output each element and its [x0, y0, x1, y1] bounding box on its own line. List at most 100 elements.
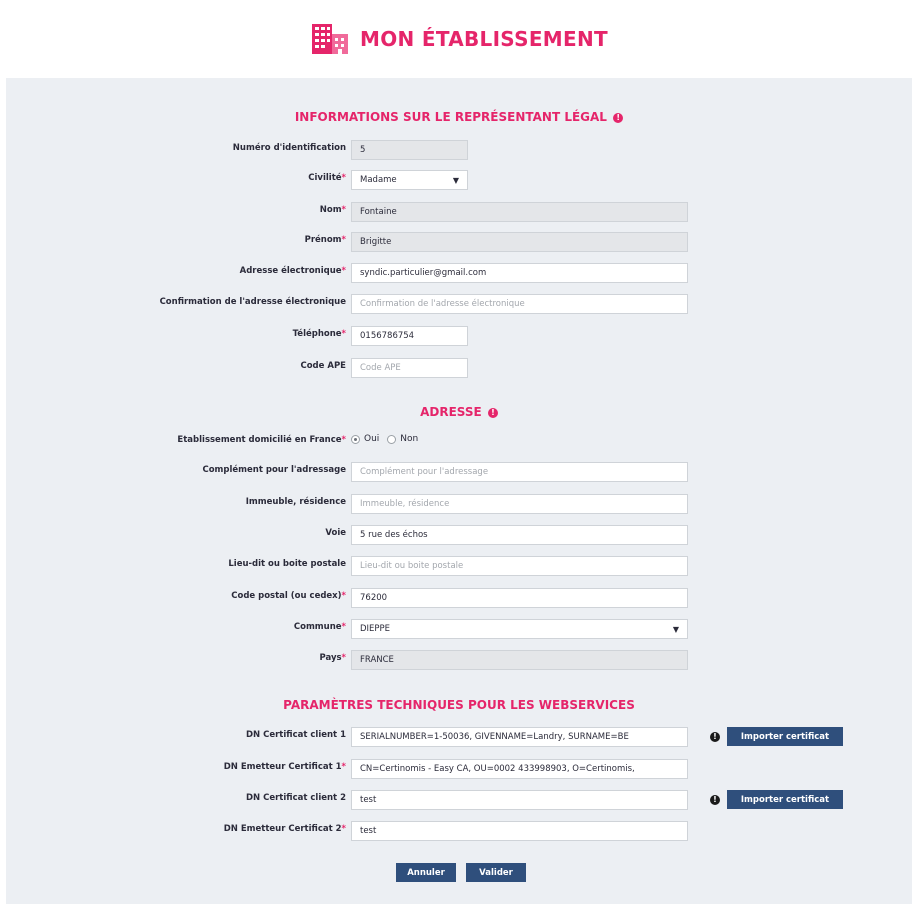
info-icon[interactable]: !: [710, 732, 720, 742]
row-building: Immeuble, résidence Immeuble, résidence: [6, 494, 912, 514]
row-civility: Civilité* Madame ▼: [6, 170, 912, 190]
phone-input[interactable]: 0156786754: [351, 326, 468, 346]
building-label: Immeuble, résidence: [16, 497, 346, 507]
france-label-text: Etablissement domicilié en France: [177, 435, 342, 445]
locality-label: Lieu-dit ou boite postale: [16, 559, 346, 569]
row-email-confirm: Confirmation de l'adresse électronique C…: [6, 294, 912, 314]
ape-input[interactable]: Code APE: [351, 358, 468, 378]
civility-label: Civilité*: [16, 173, 346, 183]
cert2-input[interactable]: test: [351, 790, 688, 810]
country-label: Pays*: [16, 653, 346, 663]
row-ape: Code APE Code APE: [6, 358, 912, 378]
info-icon[interactable]: !: [487, 408, 498, 418]
required-marker: *: [341, 235, 346, 245]
cert2-label: DN Certificat client 2: [16, 793, 346, 803]
row-phone: Téléphone* 0156786754: [6, 326, 912, 346]
row-street: Voie 5 rue des échos: [6, 525, 912, 545]
complement-label: Complément pour l'adressage: [16, 465, 346, 475]
city-select[interactable]: DIEPPE ▼: [351, 619, 688, 639]
import-certificate-2-button[interactable]: Importer certificat: [727, 790, 843, 809]
required-marker: *: [341, 622, 346, 632]
complement-input[interactable]: Complément pour l'adressage: [351, 462, 688, 482]
row-identification: Numéro d'identification 5: [6, 140, 912, 160]
required-marker: *: [341, 329, 346, 339]
row-city: Commune* DIEPPE ▼: [6, 619, 912, 639]
country-label-text: Pays: [319, 653, 342, 663]
issuer2-input[interactable]: test: [351, 821, 688, 841]
info-icon[interactable]: !: [710, 795, 720, 805]
ape-label: Code APE: [16, 361, 346, 371]
email-confirm-input[interactable]: Confirmation de l'adresse électronique: [351, 294, 688, 314]
phone-label-text: Téléphone: [292, 329, 342, 339]
firstname-field: Brigitte: [351, 232, 688, 252]
radio-non[interactable]: Non: [387, 434, 418, 444]
locality-input[interactable]: Lieu-dit ou boite postale: [351, 556, 688, 576]
row-firstname: Prénom* Brigitte: [6, 232, 912, 252]
email-label-text: Adresse électronique: [239, 266, 342, 276]
section-title-address: ADRESSE !: [6, 405, 912, 419]
radio-oui[interactable]: Oui: [351, 434, 379, 444]
city-select-value: DIEPPE: [360, 624, 391, 634]
cancel-button[interactable]: Annuler: [396, 863, 456, 882]
section-title-legal-text: INFORMATIONS SUR LE REPRÉSENTANT LÉGAL: [294, 110, 607, 124]
issuer1-input[interactable]: CN=Certinomis - Easy CA, OU=0002 4339989…: [351, 759, 688, 779]
required-marker: *: [341, 266, 346, 276]
section-title-webservices-text: PARAMÈTRES TECHNIQUES POUR LES WEBSERVIC…: [283, 698, 635, 712]
chevron-down-icon: ▼: [672, 624, 679, 634]
cert1-label: DN Certificat client 1: [16, 730, 346, 740]
postal-label: Code postal (ou cedex)*: [16, 591, 346, 601]
issuer2-label: DN Emetteur Certificat 2*: [16, 824, 346, 834]
row-issuer2: DN Emetteur Certificat 2* test: [6, 821, 912, 841]
france-label: Etablissement domicilié en France*: [16, 435, 346, 445]
submit-button[interactable]: Valider: [466, 863, 526, 882]
phone-label: Téléphone*: [16, 329, 346, 339]
radio-checked-icon[interactable]: [351, 434, 360, 444]
row-lastname: Nom* Fontaine: [6, 202, 912, 222]
issuer1-label-text: DN Emetteur Certificat 1: [223, 762, 342, 772]
radio-unchecked-icon[interactable]: [387, 434, 397, 444]
email-confirm-label: Confirmation de l'adresse électronique: [16, 297, 346, 307]
civility-select[interactable]: Madame ▼: [351, 170, 468, 190]
postal-label-text: Code postal (ou cedex): [231, 591, 342, 601]
lastname-field: Fontaine: [351, 202, 688, 222]
chevron-down-icon: ▼: [452, 175, 459, 185]
civility-select-value: Madame: [360, 175, 397, 185]
required-marker: *: [341, 435, 346, 445]
radio-non-label: Non: [400, 434, 419, 444]
radio-oui-label: Oui: [364, 434, 380, 444]
civility-label-text: Civilité: [308, 173, 342, 183]
page-title: MON ÉTABLISSEMENT: [360, 27, 608, 51]
street-input[interactable]: 5 rue des échos: [351, 525, 688, 545]
section-title-address-text: ADRESSE: [420, 405, 482, 419]
identification-label: Numéro d'identification: [16, 143, 346, 153]
row-locality: Lieu-dit ou boite postale Lieu-dit ou bo…: [6, 556, 912, 576]
building-icon: [310, 22, 350, 56]
row-complement: Complément pour l'adressage Complément p…: [6, 462, 912, 482]
email-label: Adresse électronique*: [16, 266, 346, 276]
email-input[interactable]: syndic.particulier@gmail.com: [351, 263, 688, 283]
section-title-legal: INFORMATIONS SUR LE REPRÉSENTANT LÉGAL !: [6, 110, 912, 124]
postal-input[interactable]: 76200: [351, 588, 688, 608]
row-country: Pays* FRANCE: [6, 650, 912, 670]
lastname-label-text: Nom: [319, 205, 342, 215]
cert1-input[interactable]: SERIALNUMBER=1-50036, GIVENNAME=Landry, …: [351, 727, 688, 747]
firstname-label: Prénom*: [16, 235, 346, 245]
building-input[interactable]: Immeuble, résidence: [351, 494, 688, 514]
issuer1-label: DN Emetteur Certificat 1*: [16, 762, 346, 772]
identification-label-text: Numéro d'identification: [232, 143, 346, 153]
info-icon[interactable]: !: [613, 113, 624, 123]
email-confirm-label-text: Confirmation de l'adresse électronique: [159, 297, 346, 307]
country-field: FRANCE: [351, 650, 688, 670]
city-label-text: Commune: [293, 622, 342, 632]
import-certificate-1-button[interactable]: Importer certificat: [727, 727, 843, 746]
section-title-webservices: PARAMÈTRES TECHNIQUES POUR LES WEBSERVIC…: [6, 698, 912, 712]
cert2-label-text: DN Certificat client 2: [245, 793, 346, 803]
city-label: Commune*: [16, 622, 346, 632]
street-label: Voie: [16, 528, 346, 538]
required-marker: *: [341, 824, 346, 834]
required-marker: *: [341, 762, 346, 772]
locality-label-text: Lieu-dit ou boite postale: [228, 559, 346, 569]
firstname-label-text: Prénom: [304, 235, 342, 245]
form-panel: INFORMATIONS SUR LE REPRÉSENTANT LÉGAL !…: [6, 78, 912, 904]
france-radio-group: Oui Non: [351, 434, 418, 444]
